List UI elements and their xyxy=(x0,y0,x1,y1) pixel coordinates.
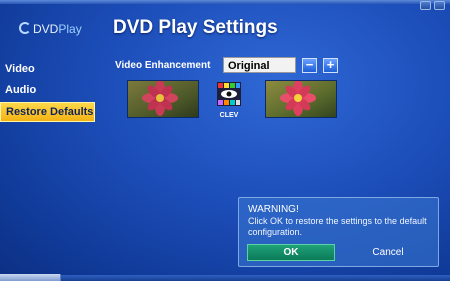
close-icon[interactable] xyxy=(434,1,445,10)
page-title: DVD Play Settings xyxy=(113,17,278,38)
dialog-heading: WARNING! xyxy=(248,204,299,215)
cancel-button[interactable]: Cancel xyxy=(343,244,433,261)
video-enhancement-select[interactable]: Original xyxy=(223,57,296,73)
clev-label: CLEV xyxy=(219,112,239,119)
app-logo: DVDPlay xyxy=(19,22,82,36)
horizontal-scrollbar[interactable] xyxy=(0,274,61,281)
restore-defaults-dialog: WARNING! Click OK to restore the setting… xyxy=(238,197,439,267)
clev-icon xyxy=(217,82,241,106)
increase-button[interactable]: + xyxy=(323,58,338,73)
preview-original-image xyxy=(127,80,199,118)
ok-button[interactable]: OK xyxy=(247,244,335,261)
dialog-message: Click OK to restore the settings to the … xyxy=(248,216,427,237)
clev-logo: CLEV xyxy=(217,82,241,119)
sidebar: Video Audio Restore Defaults xyxy=(0,60,100,125)
video-enhancement-label: Video Enhancement xyxy=(115,60,211,71)
minimize-icon[interactable] xyxy=(420,1,431,10)
preview-enhanced-image xyxy=(265,80,337,118)
sidebar-item-restore-defaults[interactable]: Restore Defaults xyxy=(0,102,95,122)
window-top-border xyxy=(0,0,450,4)
sidebar-item-audio[interactable]: Audio xyxy=(0,81,100,99)
logo-icon xyxy=(19,22,31,34)
decrease-button[interactable]: − xyxy=(302,58,317,73)
bottom-bar xyxy=(0,275,450,281)
sidebar-item-video[interactable]: Video xyxy=(0,60,100,78)
